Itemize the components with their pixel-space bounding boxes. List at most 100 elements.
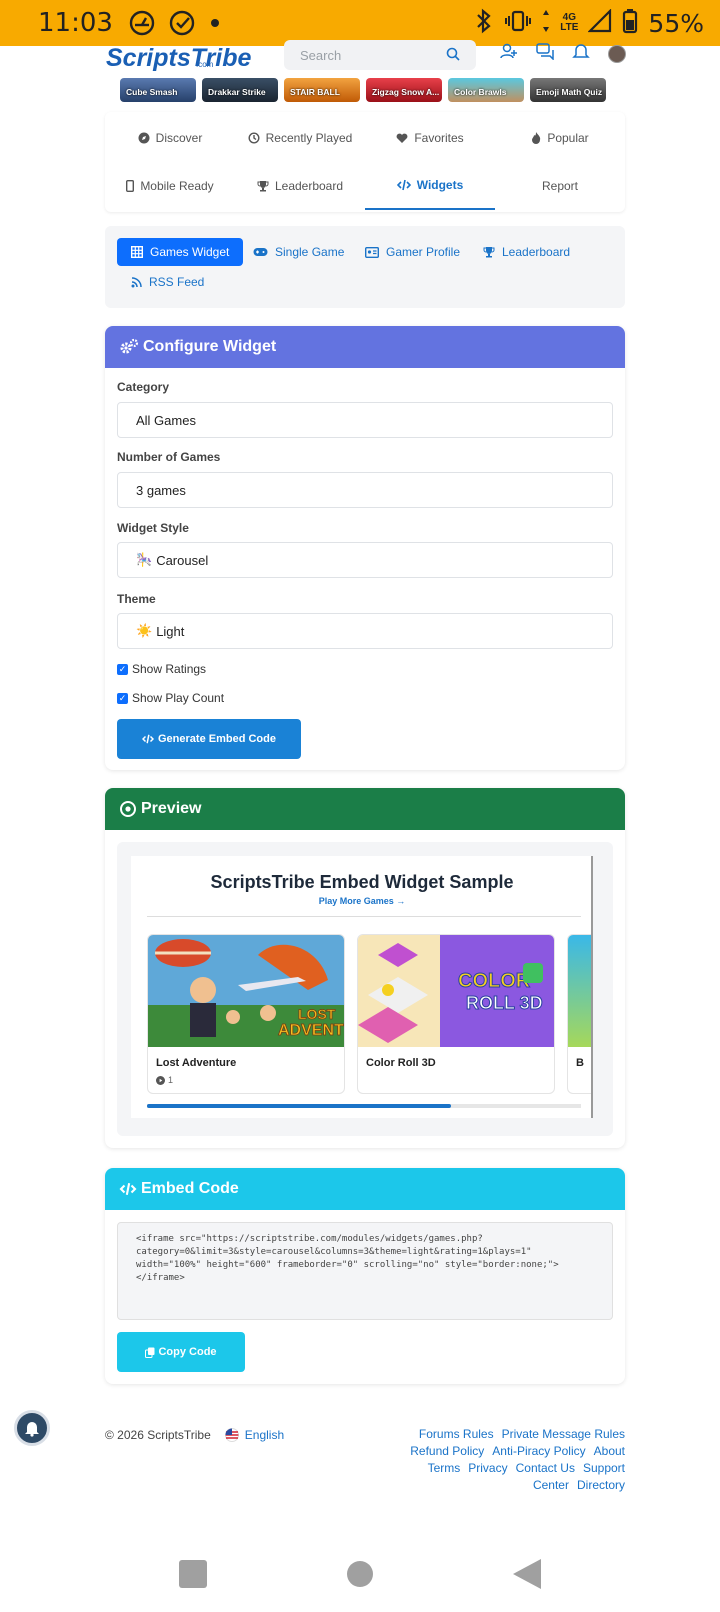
divider <box>147 916 581 917</box>
generate-button-label: Generate Embed Code <box>158 733 276 745</box>
tab-single-game[interactable]: Single Game <box>239 238 358 266</box>
game-card[interactable]: ADVENTURE LOST Lost Adventure 1 <box>147 934 345 1094</box>
android-navigation-bar <box>0 1540 720 1612</box>
sun-icon: ☀️ <box>136 623 153 638</box>
strip-game[interactable]: Zigzag Snow A... <box>366 78 442 102</box>
number-of-games-select[interactable]: 3 games <box>117 472 613 508</box>
nav-discover[interactable]: Discover <box>105 114 235 162</box>
strip-game[interactable]: Cube Smash <box>120 78 196 102</box>
strip-game-label: Color Brawls <box>454 87 507 97</box>
preview-header: Preview <box>105 788 625 830</box>
show-ratings-checkbox[interactable]: ✓ Show Ratings <box>117 662 206 676</box>
game-card-partial[interactable]: B <box>567 934 591 1094</box>
bluetooth-icon <box>474 8 494 39</box>
nav-popular[interactable]: Popular <box>495 114 625 162</box>
notification-bell-button[interactable] <box>14 1410 50 1446</box>
eye-icon <box>120 801 136 817</box>
show-play-count-checkbox[interactable]: ✓ Show Play Count <box>117 691 224 705</box>
svg-text:COLOR: COLOR <box>458 970 531 992</box>
copy-button-label: Copy Code <box>158 1346 217 1358</box>
messages-icon[interactable] <box>536 42 554 65</box>
theme-select[interactable]: ☀️ Light <box>117 613 613 649</box>
strip-game[interactable]: Color Brawls <box>448 78 524 102</box>
carousel-scroll-thumb[interactable] <box>147 1104 451 1108</box>
cogs-icon <box>120 338 139 354</box>
nav-favorites[interactable]: Favorites <box>365 114 495 162</box>
strip-game[interactable]: Drakkar Strike <box>202 78 278 102</box>
nav-label: Widgets <box>416 178 464 192</box>
back-button[interactable] <box>512 1558 542 1595</box>
add-friend-icon[interactable] <box>500 42 518 65</box>
footer-link[interactable]: About <box>594 1444 625 1458</box>
footer-link[interactable]: Privacy <box>468 1461 507 1475</box>
generate-embed-code-button[interactable]: Generate Embed Code <box>117 719 301 759</box>
game-name: Color Roll 3D <box>366 1057 436 1069</box>
embed-code-title: Embed Code <box>141 1180 239 1197</box>
copy-icon <box>145 1347 155 1358</box>
user-avatar[interactable] <box>608 44 626 63</box>
footer-link[interactable]: Center <box>533 1478 569 1492</box>
carousel-icon: 🎠 <box>136 552 153 567</box>
copy-code-button[interactable]: Copy Code <box>117 1332 245 1372</box>
footer-link[interactable]: Forums Rules <box>419 1427 494 1441</box>
tab-rss-feed[interactable]: RSS Feed <box>117 268 218 296</box>
embed-code-card: Embed Code <iframe src="https://scriptst… <box>105 1168 625 1384</box>
footer-link[interactable]: Support <box>583 1461 625 1475</box>
game-thumbnail[interactable] <box>568 935 591 1047</box>
checkbox-checked-icon[interactable]: ✓ <box>117 663 128 675</box>
nav-recently-played[interactable]: Recently Played <box>235 114 365 162</box>
featured-games-strip: Cube Smash Drakkar Strike STAIR BALL Zig… <box>120 78 610 102</box>
configure-widget-header: Configure Widget <box>105 326 625 368</box>
footer-link[interactable]: Terms <box>428 1461 461 1475</box>
svg-text:ROLL 3D: ROLL 3D <box>466 993 543 1013</box>
data-arrows-icon <box>542 8 550 39</box>
footer-left: © 2026 ScriptsTribe English <box>105 1428 284 1442</box>
footer-link[interactable]: Anti-Piracy Policy <box>492 1444 585 1458</box>
game-card[interactable]: COLOR ROLL 3D Color Roll 3D <box>357 934 555 1094</box>
game-name: B <box>576 1057 584 1069</box>
preview-area: ScriptsTribe Embed Widget Sample Play Mo… <box>117 842 613 1136</box>
nav-leaderboard[interactable]: Leaderboard <box>235 162 365 210</box>
nav-label: Recently Played <box>265 131 353 145</box>
notification-dot-icon <box>209 17 221 29</box>
carousel-scrollbar[interactable] <box>147 1104 581 1108</box>
footer-link[interactable]: Private Message Rules <box>502 1427 625 1441</box>
language-selector[interactable]: English <box>224 1428 284 1442</box>
search-placeholder: Search <box>300 47 342 63</box>
footer-links: Forums Rules Private Message Rules Refund… <box>380 1426 625 1494</box>
strip-game[interactable]: Emoji Math Quiz <box>530 78 606 102</box>
nav-label: Leaderboard <box>274 179 344 193</box>
game-thumbnail[interactable]: COLOR ROLL 3D <box>358 935 554 1047</box>
footer-link[interactable]: Refund Policy <box>410 1444 484 1458</box>
home-button[interactable] <box>345 1559 375 1594</box>
play-count-value: 1 <box>168 1075 174 1085</box>
tab-gamer-profile[interactable]: Gamer Profile <box>351 238 474 266</box>
footer-link[interactable]: Directory <box>577 1478 625 1492</box>
strip-game[interactable]: STAIR BALL <box>284 78 360 102</box>
theme-label: Theme <box>117 592 156 606</box>
nav-widgets[interactable]: Widgets <box>365 162 495 210</box>
widget-style-select[interactable]: 🎠 Carousel <box>117 542 613 578</box>
grid-icon <box>131 246 143 258</box>
network-sub-label: LTE <box>560 22 579 33</box>
tab-games-widget[interactable]: Games Widget <box>117 238 244 266</box>
category-select[interactable]: All Games <box>117 402 613 438</box>
play-more-games-link[interactable]: Play More Games → <box>131 896 591 906</box>
nav-label: Report <box>541 179 579 193</box>
nav-mobile-ready[interactable]: Mobile Ready <box>105 162 235 210</box>
game-thumbnail[interactable]: ADVENTURE LOST <box>148 935 344 1047</box>
search-icon[interactable] <box>446 47 460 64</box>
site-logo[interactable]: ScriptsTribe <box>106 44 251 73</box>
tab-leaderboard[interactable]: Leaderboard <box>469 238 584 266</box>
game-play-count: 1 <box>156 1075 173 1085</box>
footer-link[interactable]: Contact Us <box>516 1461 575 1475</box>
bell-icon[interactable] <box>572 42 590 65</box>
embed-code-textarea[interactable]: <iframe src="https://scriptstribe.com/mo… <box>117 1222 613 1320</box>
search-input[interactable]: Search <box>284 40 476 70</box>
checkbox-checked-icon[interactable]: ✓ <box>117 692 128 704</box>
tab-label: Single Game <box>275 245 345 259</box>
strip-game-label: Cube Smash <box>126 87 178 97</box>
nav-report[interactable]: Report <box>495 162 625 210</box>
section-nav: Discover Recently Played Favorites Popul… <box>105 112 625 212</box>
recent-apps-button[interactable] <box>178 1559 208 1594</box>
